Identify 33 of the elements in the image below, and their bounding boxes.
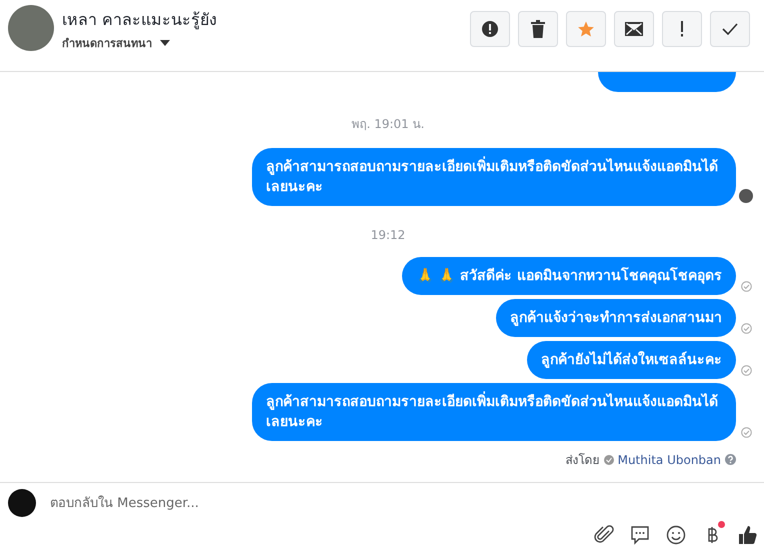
trash-button[interactable]	[518, 11, 558, 47]
timestamp: พฤ. 19:01 น.	[352, 116, 424, 133]
star-button[interactable]	[566, 11, 606, 47]
exclamation-circle-icon	[481, 20, 499, 38]
checkmark-icon	[722, 23, 738, 35]
report-button[interactable]	[470, 11, 510, 47]
exclamation-icon	[680, 21, 684, 37]
message-bubble: ลูกค้าสามารถสอบถามรายละเอียดเพิ่มเติมหรือติดขัดส่วนไหนแจ้งแอดมินได้เลยนะคะ	[252, 383, 736, 441]
star-icon	[577, 20, 595, 38]
sent-by-label: ส่งโดย	[566, 452, 600, 469]
contact-name: เหลา คาละแมะนะรู้ยัง	[62, 9, 218, 31]
like-icon[interactable]	[738, 525, 758, 545]
mail-button[interactable]	[614, 11, 654, 47]
emoji-icon[interactable]	[666, 525, 686, 545]
conversation-settings-dropdown[interactable]: กำหนดการสนทนา	[62, 34, 170, 52]
attach-icon[interactable]	[594, 525, 614, 545]
message-bubble: 🙏 🙏 สวัสดีค่ะ แอดมินจากหวานโชคคุณโชคอุดร	[402, 257, 736, 295]
profile-photo-placeholder	[8, 5, 54, 51]
envelope-icon	[625, 22, 643, 36]
reply-input-field[interactable]: ตอบกลับใน Messenger...	[48, 494, 756, 512]
help-icon[interactable]	[725, 454, 736, 465]
caret-icon	[160, 40, 170, 46]
sender-name-link[interactable]: Muthita Ubonban	[618, 452, 721, 466]
message-bubble: ลูกค้ายังไม่ได้ส่งใหเซลล์นะคะ	[527, 341, 736, 379]
timestamp: 19:12	[370, 228, 406, 242]
message-bubble: ลูกค้าแจ้งว่าจะทำการส่งเอกสานมา	[496, 299, 736, 337]
done-button[interactable]	[710, 11, 750, 47]
chat-icon[interactable]	[630, 525, 650, 545]
page-avatar-placeholder	[8, 489, 36, 517]
trash-icon	[530, 20, 546, 38]
message-bubble: ลูกค้าสามารถสอบถามรายละเอียดเพิ่มเติมหรือติดขัดส่วนไหนแจ้งแอดมินได้เลยนะคะ	[252, 148, 736, 206]
notification-dot	[718, 521, 725, 528]
verified-icon	[604, 454, 614, 464]
